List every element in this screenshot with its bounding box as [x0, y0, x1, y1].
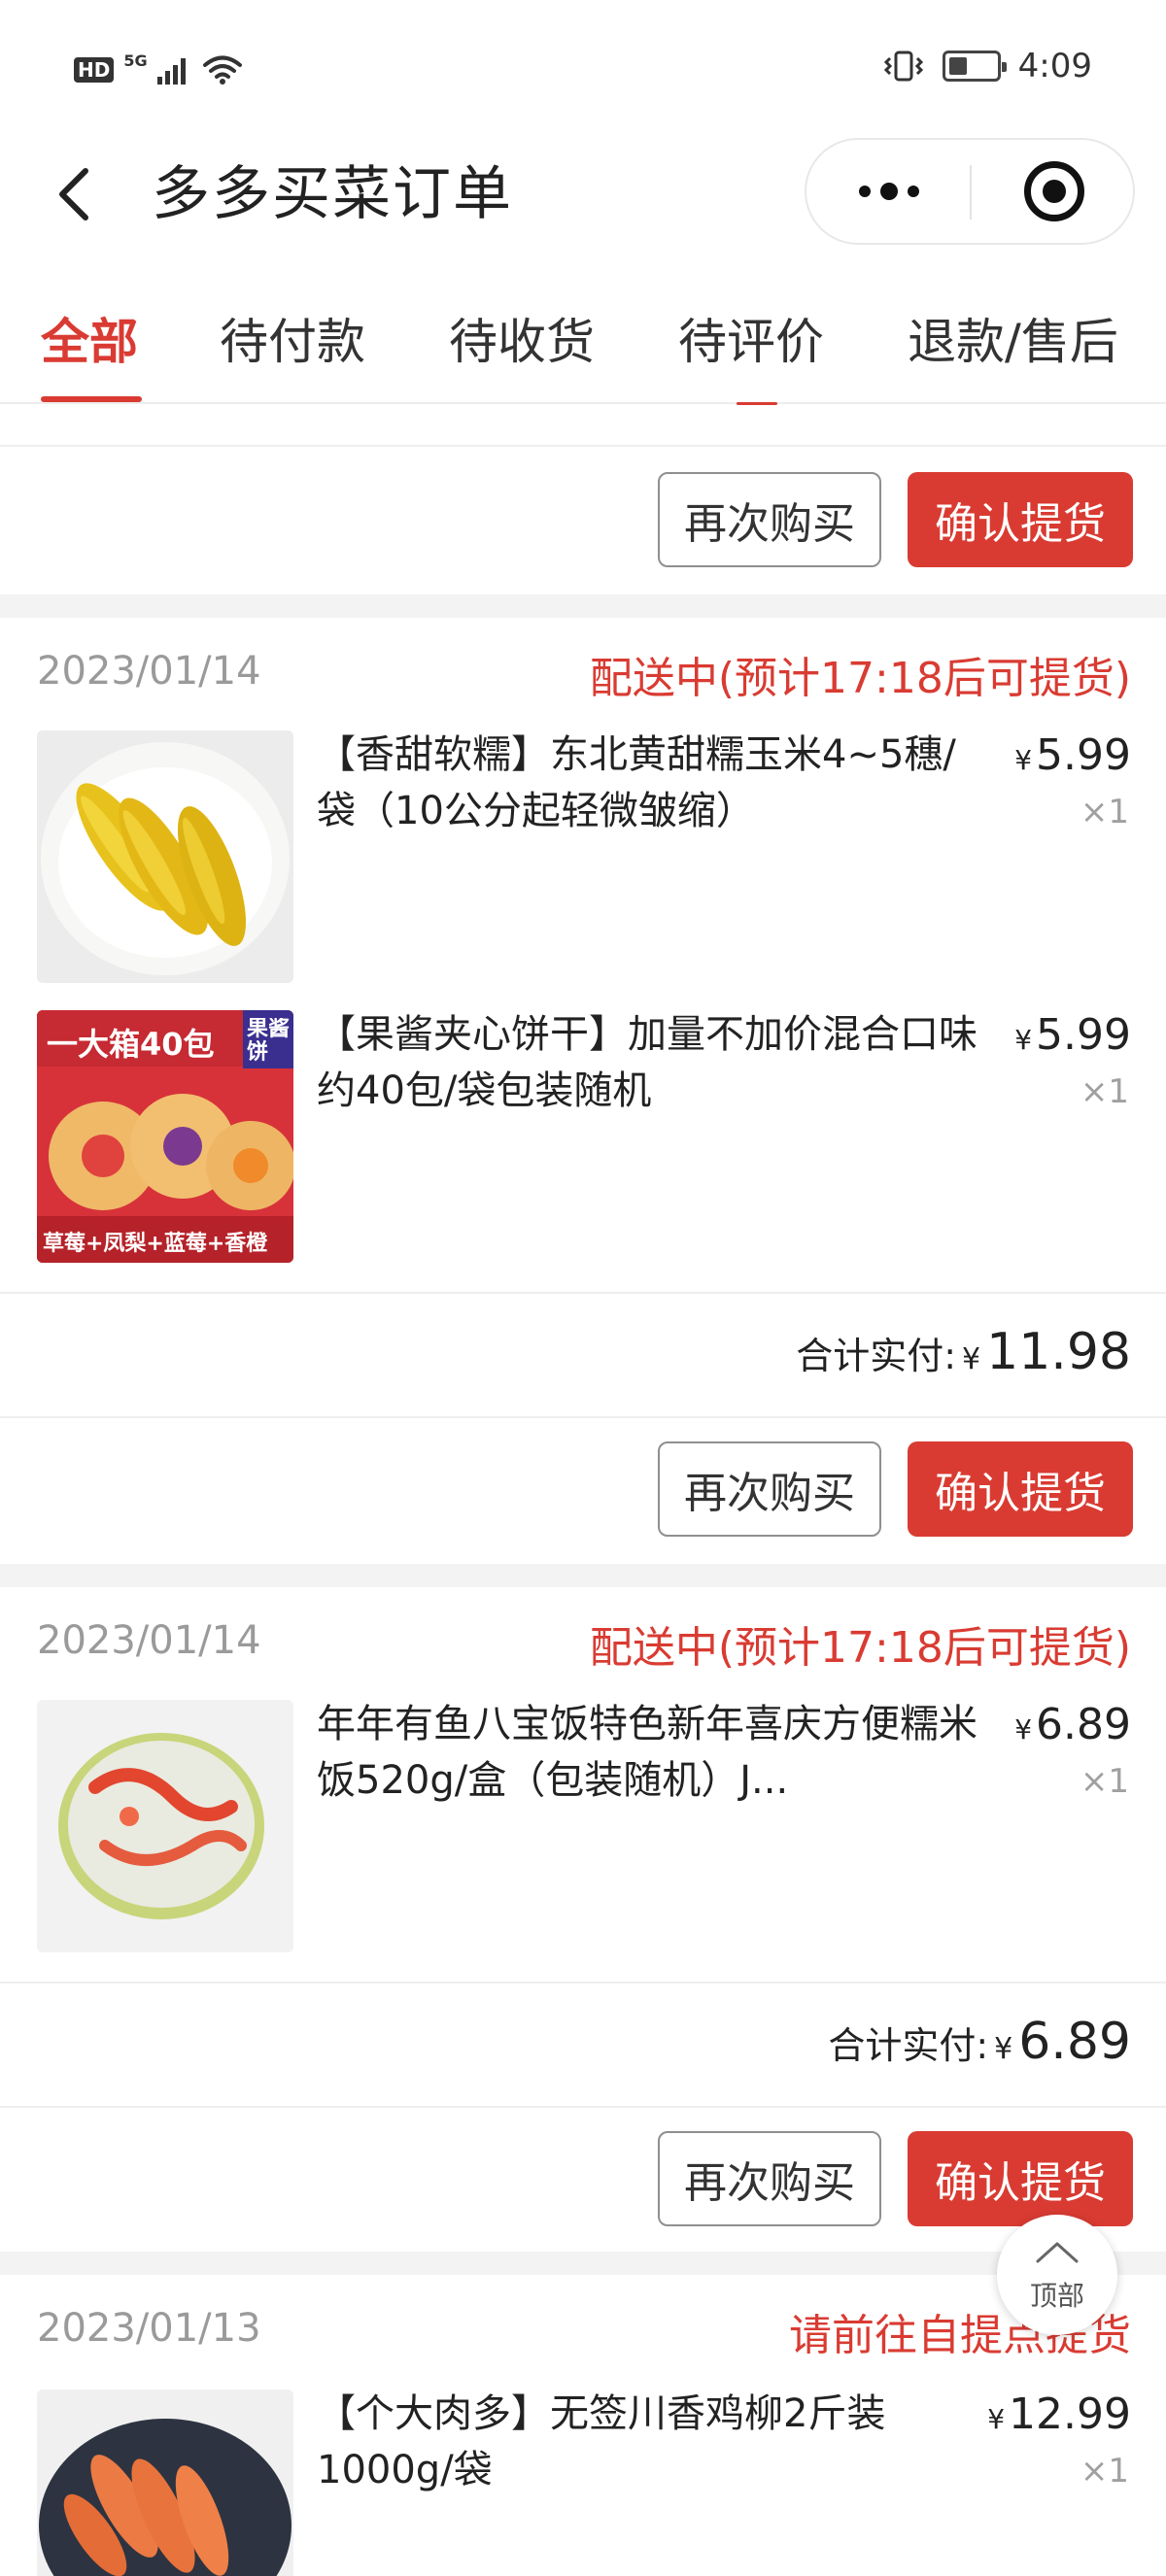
close-miniprogram-button[interactable] [974, 140, 1135, 243]
tab-scroll-hint [737, 402, 777, 405]
price-value: 12.99 [1009, 2390, 1131, 2439]
back-to-top-button[interactable]: 顶部 [997, 2215, 1117, 2335]
total-label: 合计实付: [828, 2024, 989, 2067]
signal-icon [156, 58, 186, 85]
product-quantity: ×1 [1080, 793, 1129, 831]
order-status: 配送中(预计17:18后可提货) [589, 654, 1131, 703]
divider [0, 1982, 1166, 1983]
active-tab-indicator [41, 396, 142, 402]
more-options-button[interactable] [806, 140, 972, 243]
more-dot-icon [859, 186, 871, 197]
back-to-top-label: 顶部 [1029, 2280, 1084, 2312]
currency-symbol: ¥ [994, 2032, 1013, 2066]
order-status: 配送中(预计17:18后可提货) [589, 1623, 1131, 1673]
more-dot-icon [880, 183, 898, 200]
miniprogram-capsule [805, 138, 1135, 245]
order-tabs: 全部 待付款 待收货 待评价 退款/售后 [0, 291, 1166, 405]
buy-again-button[interactable]: 再次购买 [658, 472, 881, 567]
image-caption: 一大箱40包 [47, 1026, 215, 1063]
order-date: 2023/01/13 [37, 2306, 261, 2351]
product-name: 【果酱夹心饼干】加量不加价混合口味约40包/袋包装随机 [317, 1012, 977, 1113]
capsule-divider [970, 165, 972, 220]
biscuit-box-image: 一大箱40包 果酱饼 草莓+凤梨+蓝莓+香橙 [37, 1010, 293, 1263]
currency-symbol: ¥ [1014, 1024, 1033, 1056]
order-total: 合计实付: ¥ 11.98 [796, 1323, 1131, 1381]
tab-pending-review[interactable]: 待评价 [678, 303, 824, 373]
currency-symbol: ¥ [1014, 1713, 1033, 1746]
clock: 4:09 [1017, 47, 1092, 85]
product-quantity: ×1 [1080, 2452, 1129, 2491]
product-name: 年年有鱼八宝饭特色新年喜庆方便糯米饭520g/盒（包装随机）J... [317, 1702, 977, 1803]
wifi-icon [202, 55, 242, 85]
corn-image [37, 730, 293, 983]
divider [0, 1416, 1166, 1418]
currency-symbol: ¥ [987, 2403, 1006, 2435]
back-arrow-icon[interactable] [51, 165, 101, 223]
target-icon [1024, 161, 1084, 221]
title-bar: 多多买菜订单 [0, 136, 1166, 253]
product-quantity: ×1 [1080, 1762, 1129, 1801]
image-caption: 草莓+凤梨+蓝莓+香橙 [43, 1232, 268, 1256]
total-label: 合计实付: [796, 1335, 957, 1377]
confirm-pickup-button[interactable]: 确认提货 [908, 2131, 1133, 2226]
product-name: 【香甜软糯】东北黄甜糯玉米4~5穗/袋（10公分起轻微皱缩） [317, 732, 956, 833]
product-price: ¥6.89 [1014, 1700, 1131, 1749]
total-amount: 6.89 [1018, 2013, 1131, 2071]
chevron-up-icon [1036, 2242, 1079, 2263]
product-quantity: ×1 [1080, 1072, 1129, 1111]
price-value: 5.99 [1036, 730, 1131, 780]
confirm-pickup-button[interactable]: 确认提货 [908, 1441, 1133, 1537]
vibrate-icon [883, 51, 923, 82]
tab-pending-payment[interactable]: 待付款 [220, 303, 365, 373]
product-price: ¥5.99 [1014, 730, 1131, 780]
divider [0, 2106, 1166, 2108]
tab-refund-aftersale[interactable]: 退款/售后 [908, 303, 1118, 373]
status-bar: HD 5G 4:09 [0, 0, 1166, 146]
5g-label: 5G [123, 51, 148, 70]
total-amount: 11.98 [986, 1323, 1131, 1381]
hd-icon: HD [74, 57, 115, 83]
page-title: 多多买菜订单 [152, 160, 513, 228]
order-date: 2023/01/14 [37, 649, 261, 694]
currency-symbol: ¥ [1014, 744, 1033, 776]
battery-icon [942, 51, 1007, 82]
divider [0, 1292, 1166, 1294]
rice-cake-image [37, 1700, 293, 1952]
order-total: 合计实付: ¥ 6.89 [828, 2013, 1131, 2071]
product-name: 【个大肉多】无签川香鸡柳2斤装1000g/袋 [317, 2391, 886, 2492]
network-indicators: HD 5G [74, 51, 243, 85]
divider [0, 445, 1166, 447]
buy-again-button[interactable]: 再次购买 [658, 1441, 881, 1537]
confirm-pickup-button[interactable]: 确认提货 [908, 472, 1133, 567]
buy-again-button[interactable]: 再次购买 [658, 2131, 881, 2226]
product-price: ¥5.99 [1014, 1010, 1131, 1060]
section-gap [0, 1564, 1166, 1587]
price-value: 5.99 [1036, 1010, 1131, 1060]
system-indicators: 4:09 [882, 47, 1092, 85]
battery-level [948, 57, 967, 75]
currency-symbol: ¥ [962, 1342, 981, 1376]
product-price: ¥12.99 [987, 2390, 1131, 2439]
tab-all[interactable]: 全部 [41, 303, 138, 373]
more-dot-icon [908, 186, 919, 197]
price-value: 6.89 [1036, 1700, 1131, 1749]
section-gap [0, 594, 1166, 618]
image-caption: 果酱饼 [247, 1018, 290, 1065]
chicken-strips-image [37, 2390, 293, 2576]
section-gap [0, 2252, 1166, 2275]
order-date: 2023/01/14 [37, 1618, 261, 1663]
tab-pending-receipt[interactable]: 待收货 [449, 303, 595, 373]
